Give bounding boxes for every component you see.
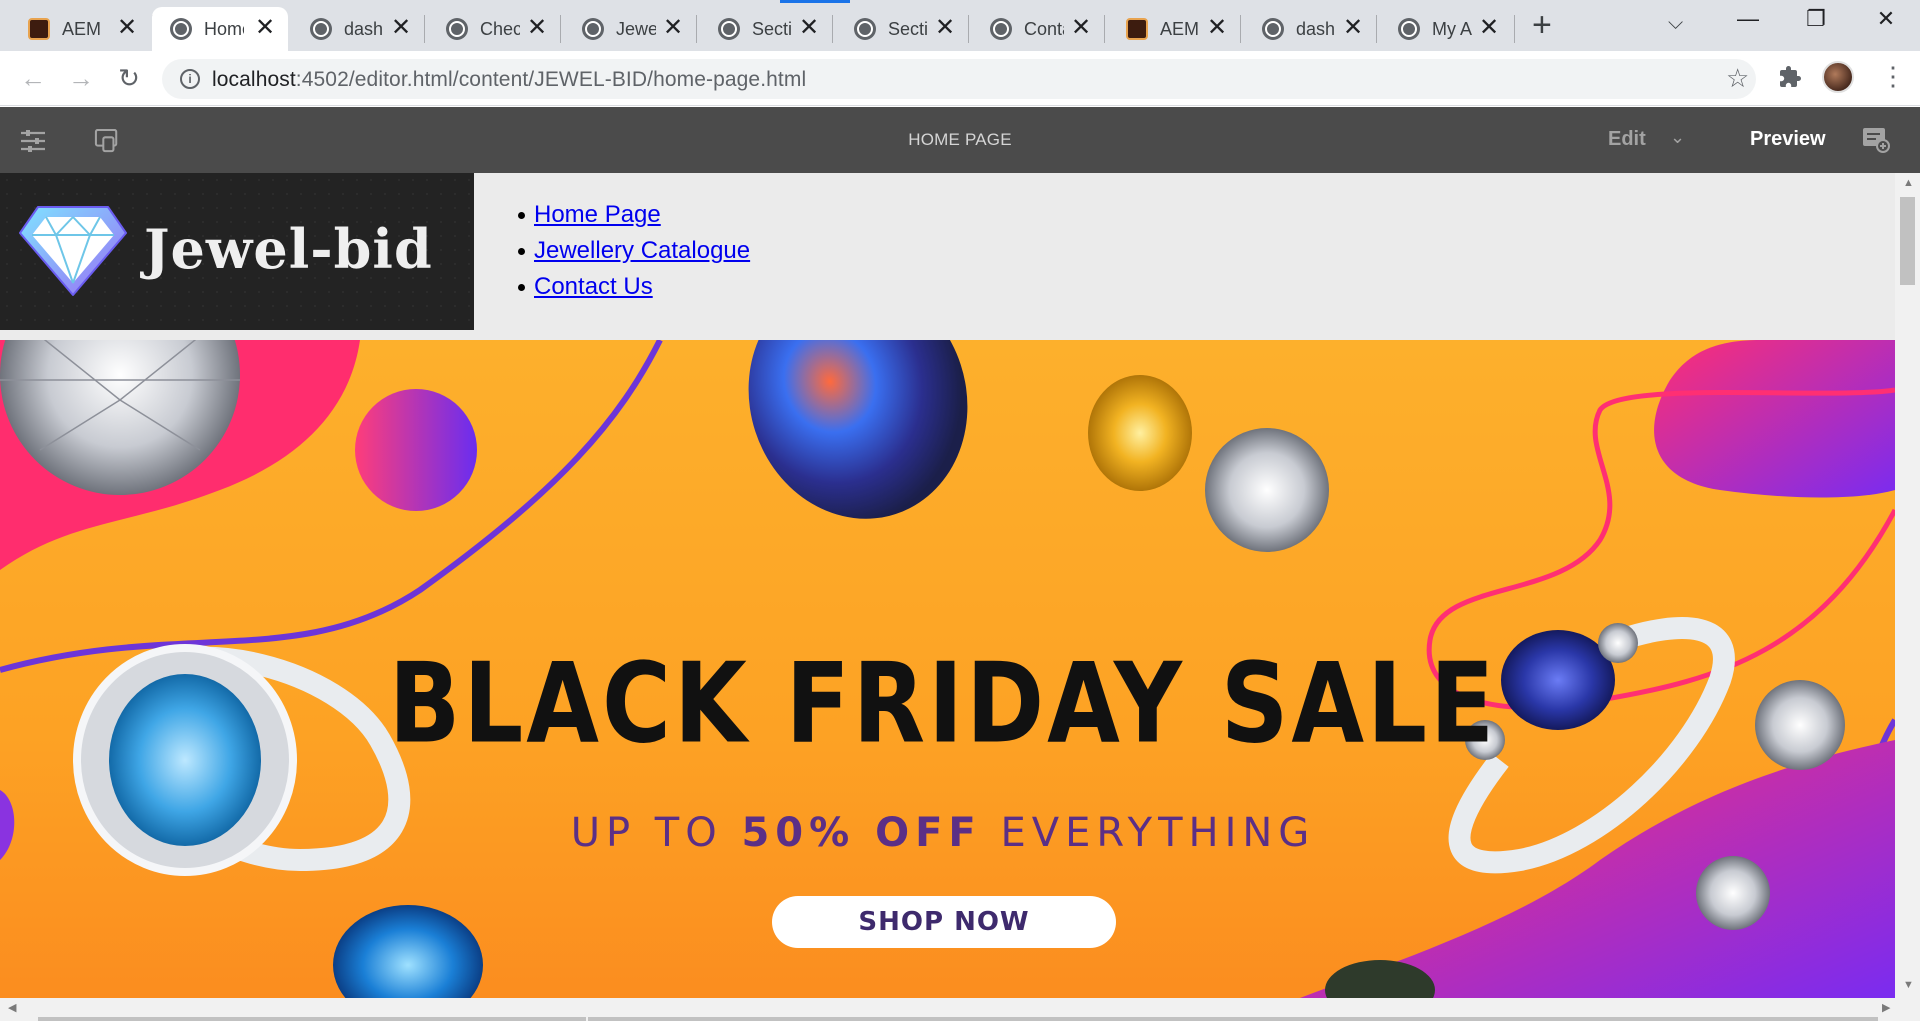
browser-tab[interactable]: Sectio ✕ xyxy=(700,7,832,51)
tab-title: dashb xyxy=(1296,18,1336,39)
loading-indicator xyxy=(780,0,850,3)
globe-icon xyxy=(582,18,604,40)
close-icon[interactable]: ✕ xyxy=(660,15,686,41)
minimize-button[interactable]: — xyxy=(1728,6,1768,32)
close-icon[interactable]: ✕ xyxy=(1068,15,1094,41)
more-options-icon[interactable]: ⋮ xyxy=(1880,61,1906,91)
annotate-icon[interactable] xyxy=(1862,127,1890,153)
close-icon[interactable]: ✕ xyxy=(388,15,414,41)
globe-icon xyxy=(1398,18,1420,40)
banner-headline: BLACK FRIDAY SALE xyxy=(388,640,1498,769)
address-bar[interactable]: i localhost:4502/editor.html/content/JEW… xyxy=(162,59,1756,99)
chevron-down-icon[interactable]: ⌄ xyxy=(1670,127,1685,148)
tab-title: Sectio xyxy=(752,18,792,39)
bookmark-star-icon[interactable]: ☆ xyxy=(1726,63,1749,94)
close-icon[interactable]: ✕ xyxy=(114,15,140,41)
globe-icon xyxy=(990,18,1012,40)
browser-tab[interactable]: Sectio ✕ xyxy=(836,7,968,51)
preview-button[interactable]: Preview xyxy=(1750,128,1826,151)
shop-now-button[interactable]: SHOP NOW xyxy=(772,896,1116,948)
globe-icon xyxy=(1262,18,1284,40)
browser-tab[interactable]: dashb ✕ xyxy=(1244,7,1376,51)
page-viewport: Jewel-bid Home Page Jewellery Catalogue … xyxy=(0,173,1895,998)
browser-tab[interactable]: AEM ✕ xyxy=(10,7,150,51)
nav-link-home-page[interactable]: Home Page xyxy=(534,201,661,228)
tab-title: My A xyxy=(1432,18,1472,39)
vertical-scrollbar[interactable]: ▲ ▼ xyxy=(1895,173,1920,998)
tab-title: dashb xyxy=(344,18,384,39)
subtitle-highlight: 50% OFF xyxy=(741,810,982,856)
subtitle-suffix: EVERYTHING xyxy=(1000,810,1316,856)
horizontal-scroll-thumb[interactable] xyxy=(38,1017,586,1021)
close-icon[interactable]: ✕ xyxy=(1204,15,1230,41)
site-navigation: Home Page Jewellery Catalogue Contact Us xyxy=(517,197,750,305)
browser-tab[interactable]: My A ✕ xyxy=(1380,7,1512,51)
browser-tab[interactable]: Conta ✕ xyxy=(972,7,1104,51)
globe-icon xyxy=(446,18,468,40)
tab-title: AEM xyxy=(1160,18,1200,39)
back-arrow-icon[interactable]: ← xyxy=(16,63,50,93)
profile-avatar[interactable] xyxy=(1822,61,1854,93)
reload-icon[interactable]: ↻ xyxy=(112,63,146,93)
close-icon[interactable]: ✕ xyxy=(1476,15,1502,41)
globe-icon xyxy=(310,18,332,40)
nav-item-catalogue: Jewellery Catalogue xyxy=(517,233,750,269)
hero-banner[interactable]: BLACK FRIDAY SALE UP TO 50% OFF EVERYTHI… xyxy=(0,340,1895,998)
vertical-scroll-thumb[interactable] xyxy=(1900,197,1915,285)
extensions-icon[interactable] xyxy=(1778,65,1802,89)
nav-link-contact-us[interactable]: Contact Us xyxy=(534,273,653,300)
browser-tab-active[interactable]: Home ✕ xyxy=(152,7,288,51)
diamond-icon xyxy=(19,206,127,296)
browser-tab[interactable]: Jewel ✕ xyxy=(564,7,696,51)
nav-link-jewellery-catalogue[interactable]: Jewellery Catalogue xyxy=(534,237,750,264)
subtitle-prefix: UP TO xyxy=(570,810,723,856)
close-icon[interactable]: ✕ xyxy=(524,15,550,41)
browser-toolbar: ← → ↻ i localhost:4502/editor.html/conte… xyxy=(0,51,1920,106)
url-path: :4502/editor.html/content/JEWEL-BID/home… xyxy=(295,68,807,91)
globe-icon xyxy=(854,18,876,40)
banner-subtitle: UP TO 50% OFF EVERYTHING xyxy=(0,810,1886,856)
browser-tab[interactable]: Chec ✕ xyxy=(428,7,560,51)
scroll-down-arrow-icon[interactable]: ▼ xyxy=(1903,979,1914,991)
globe-icon xyxy=(718,18,740,40)
scroll-right-arrow-icon[interactable]: ▶ xyxy=(1882,1001,1890,1014)
nav-item-contact: Contact Us xyxy=(517,269,750,305)
url-host: localhost xyxy=(212,68,296,91)
site-logo[interactable]: Jewel-bid xyxy=(0,173,474,330)
info-icon[interactable]: i xyxy=(180,69,200,89)
close-icon[interactable]: ✕ xyxy=(252,15,278,41)
url-text[interactable]: localhost:4502/editor.html/content/JEWEL… xyxy=(212,68,806,92)
restore-button[interactable]: ❐ xyxy=(1796,6,1836,32)
mode-selector[interactable]: Edit xyxy=(1608,128,1646,151)
tab-title: Chec xyxy=(480,18,520,39)
close-window-button[interactable]: ✕ xyxy=(1866,6,1906,32)
scroll-up-arrow-icon[interactable]: ▲ xyxy=(1903,177,1914,189)
chevron-down-icon[interactable]: ⌵ xyxy=(1668,12,1683,35)
new-tab-button[interactable]: + xyxy=(1532,8,1552,42)
tab-title: Sectio xyxy=(888,18,928,39)
close-icon[interactable]: ✕ xyxy=(1340,15,1366,41)
tab-title: Conta xyxy=(1024,18,1064,39)
aem-editor-toolbar: HOME PAGE Edit ⌄ Preview xyxy=(0,107,1920,173)
tab-title: Home xyxy=(204,18,244,39)
scroll-left-arrow-icon[interactable]: ◀ xyxy=(8,1001,16,1014)
site-header: Jewel-bid Home Page Jewellery Catalogue … xyxy=(0,173,1895,340)
aem-icon xyxy=(1126,18,1148,40)
tab-title: AEM xyxy=(62,18,102,39)
forward-arrow-icon[interactable]: → xyxy=(64,63,98,93)
close-icon[interactable]: ✕ xyxy=(932,15,958,41)
browser-tab[interactable]: dashb ✕ xyxy=(292,7,424,51)
aem-icon xyxy=(28,18,50,40)
browser-tab[interactable]: AEM ✕ xyxy=(1108,7,1240,51)
nav-item-home: Home Page xyxy=(517,197,750,233)
close-icon[interactable]: ✕ xyxy=(796,15,822,41)
logo-text: Jewel-bid xyxy=(144,217,433,281)
browser-tab-strip: AEM ✕ Home ✕ dashb ✕ Chec ✕ Jewel ✕ Sect… xyxy=(0,0,1920,51)
horizontal-scrollbar[interactable]: ◀ ▶ xyxy=(0,998,1920,1021)
globe-icon xyxy=(170,18,192,40)
tab-title: Jewel xyxy=(616,18,656,39)
horizontal-scroll-track xyxy=(588,1017,1878,1021)
